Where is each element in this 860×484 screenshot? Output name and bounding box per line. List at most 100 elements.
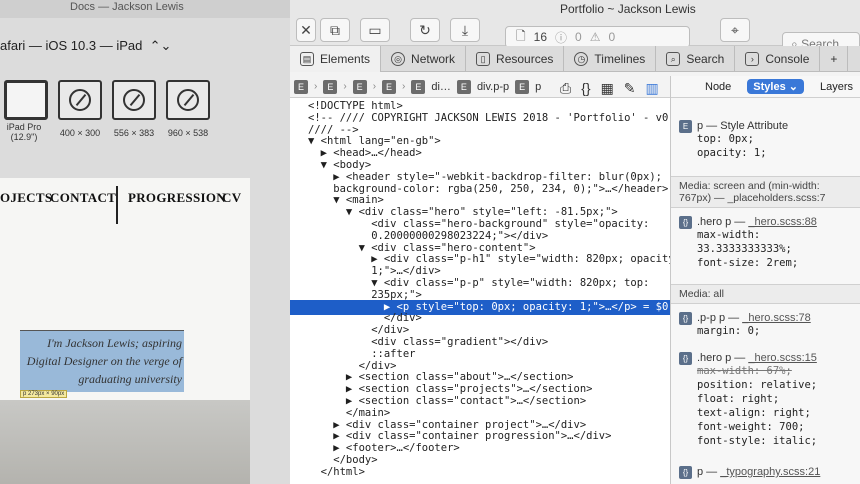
- tab-network[interactable]: ◎ Network: [381, 46, 467, 72]
- sidebar-tabs: Node Styles ⌄ Layers: [671, 76, 860, 98]
- element-icon[interactable]: E: [515, 79, 530, 94]
- tab-node[interactable]: Node: [705, 81, 731, 93]
- tab-label: Network: [411, 52, 456, 66]
- tab-console[interactable]: › Console: [735, 46, 821, 72]
- document-icon: 🗋: [516, 28, 526, 43]
- braces-icon: {}: [679, 216, 692, 229]
- declaration[interactable]: text-align: right;: [671, 406, 860, 420]
- declaration[interactable]: position: relative;: [671, 378, 860, 392]
- device-400x300[interactable]: [58, 80, 102, 120]
- element-toolbar: ⎙ {} ▦ ✎ ▥: [560, 80, 659, 97]
- error-icon: ⓘ: [555, 30, 568, 45]
- resource-count: 16: [533, 30, 548, 44]
- nav-cv[interactable]: CV: [222, 190, 241, 206]
- device-ipad-pro[interactable]: [4, 80, 48, 120]
- search-icon: ⌕: [666, 52, 681, 66]
- element-icon: E: [679, 120, 692, 133]
- breadcrumb-item-p[interactable]: p: [535, 81, 541, 93]
- breadcrumb-item-div-pp[interactable]: div.p-p: [477, 81, 509, 93]
- close-icon[interactable]: ✕: [296, 18, 316, 42]
- media-query-header: Media: all: [671, 284, 860, 304]
- declaration[interactable]: margin: 0;: [671, 324, 860, 338]
- element-size-tag: p 273px × 90px: [20, 390, 68, 398]
- declaration[interactable]: font-style: italic;: [671, 434, 860, 448]
- declaration[interactable]: font-size: 2rem;: [671, 256, 860, 270]
- elements-icon: ▤: [300, 52, 314, 66]
- device-556x383[interactable]: [112, 80, 156, 120]
- element-icon[interactable]: E: [352, 79, 367, 94]
- source-link[interactable]: _typography.scss:21: [720, 466, 820, 478]
- breadcrumb-separator: ›: [402, 81, 406, 92]
- tab-search[interactable]: ⌕ Search: [656, 46, 736, 72]
- tab-label: Timelines: [594, 52, 646, 66]
- console-icon: ›: [745, 52, 760, 66]
- element-icon[interactable]: E: [411, 79, 426, 94]
- device-selector-label: afari — iOS 10.3 — iPad: [0, 38, 143, 53]
- dom-node-line[interactable]: <!-- //// COPYRIGHT JACKSON LEWIS 2018 -…: [308, 112, 670, 125]
- add-tab-button[interactable]: +: [820, 46, 849, 72]
- compass-icon: [123, 89, 145, 111]
- window-title-left: Docs — Jackson Lewis: [0, 0, 290, 18]
- grid-icon[interactable]: ▦: [601, 80, 614, 97]
- device-selector[interactable]: afari — iOS 10.3 — iPad ⌃⌄: [0, 38, 171, 54]
- declaration[interactable]: font-weight: 700;: [671, 420, 860, 434]
- crosshair-icon[interactable]: ⌖: [720, 18, 750, 42]
- tab-layers[interactable]: Layers: [820, 81, 853, 93]
- tab-label: Console: [765, 52, 810, 66]
- rule-selector: .hero p —: [697, 352, 746, 364]
- element-icon[interactable]: E: [294, 79, 308, 94]
- reload-icon[interactable]: ↻: [410, 18, 440, 42]
- tab-elements[interactable]: ▤ Elements: [290, 46, 382, 72]
- dock-bottom-icon[interactable]: ▭: [360, 18, 390, 42]
- dom-node-line[interactable]: </html>: [308, 466, 365, 479]
- error-count: 0: [575, 30, 582, 44]
- nav-divider: [116, 186, 118, 224]
- resources-icon: ▯: [476, 52, 491, 66]
- element-icon[interactable]: E: [382, 79, 397, 94]
- web-inspector: Portfolio ~ Jackson Lewis ✕ ⧉ ▭ ↻ ⤓ 🗋 16…: [290, 0, 860, 484]
- warning-count: 0: [608, 30, 616, 44]
- sidebar-toggle-icon[interactable]: ▥: [646, 80, 659, 97]
- braces-icon: {}: [679, 312, 692, 325]
- media-query-header: Media: screen and (min-width: 767px) — _…: [671, 176, 860, 208]
- declaration[interactable]: opacity: 1;: [671, 146, 860, 160]
- print-icon[interactable]: ⎙: [560, 80, 571, 97]
- tab-resources[interactable]: ▯ Resources: [466, 46, 565, 72]
- device-caption-0: iPad Pro (12.9"): [6, 122, 42, 142]
- overridden-declaration[interactable]: max-width: 67%;: [671, 364, 860, 378]
- styles-sidebar: Node Styles ⌄ Layers Ep — Style Attribut…: [670, 76, 860, 484]
- download-icon[interactable]: ⤓: [450, 18, 480, 42]
- device-960x538[interactable]: [166, 80, 210, 120]
- rule-style-attribute: Ep — Style Attribute top: 0px; opacity: …: [671, 120, 860, 160]
- nav-contact[interactable]: CONTACT: [50, 190, 116, 206]
- nav-projects[interactable]: OJECTS: [0, 190, 52, 206]
- hero-rule: [20, 330, 184, 331]
- braces-icon: {}: [679, 352, 692, 365]
- source-link[interactable]: _hero.scss:15: [748, 352, 816, 364]
- device-caption-2: 556 × 383: [113, 128, 155, 138]
- declaration[interactable]: top: 0px;: [671, 132, 860, 146]
- element-icon[interactable]: E: [323, 79, 338, 94]
- nav-progression[interactable]: PROGRESSION: [128, 190, 226, 206]
- declaration[interactable]: float: right;: [671, 392, 860, 406]
- tab-label: Resources: [496, 52, 554, 66]
- dom-tree[interactable]: <!DOCTYPE html> <!-- //// COPYRIGHT JACKS…: [290, 98, 670, 484]
- hero-background-image: [0, 400, 250, 484]
- resource-summary[interactable]: 🗋 16 ⓘ 0 ⚠ 0: [505, 26, 690, 48]
- tab-label: Elements: [320, 52, 371, 66]
- compass-icon: [69, 89, 91, 111]
- element-icon[interactable]: E: [456, 79, 471, 94]
- pencil-icon[interactable]: ✎: [624, 80, 636, 97]
- tab-timelines[interactable]: ◷ Timelines: [564, 46, 657, 72]
- hero-paragraph: I'm Jackson Lewis; aspiring Digital Desi…: [26, 336, 182, 386]
- source-link[interactable]: _hero.scss:78: [742, 312, 810, 324]
- device-caption-3: 960 × 538: [167, 128, 209, 138]
- declaration[interactable]: max-width: 33.3333333333%;: [671, 228, 860, 256]
- breadcrumb-item-div[interactable]: di…: [431, 81, 451, 93]
- breadcrumb-separator: ›: [372, 81, 377, 92]
- source-link[interactable]: _hero.scss:88: [748, 216, 816, 228]
- rule-typography-p: {} p — _typography.scss:21: [671, 466, 860, 479]
- tab-styles[interactable]: Styles ⌄: [747, 79, 804, 94]
- braces-icon[interactable]: {}: [581, 80, 590, 97]
- detach-window-icon[interactable]: ⧉: [320, 18, 350, 42]
